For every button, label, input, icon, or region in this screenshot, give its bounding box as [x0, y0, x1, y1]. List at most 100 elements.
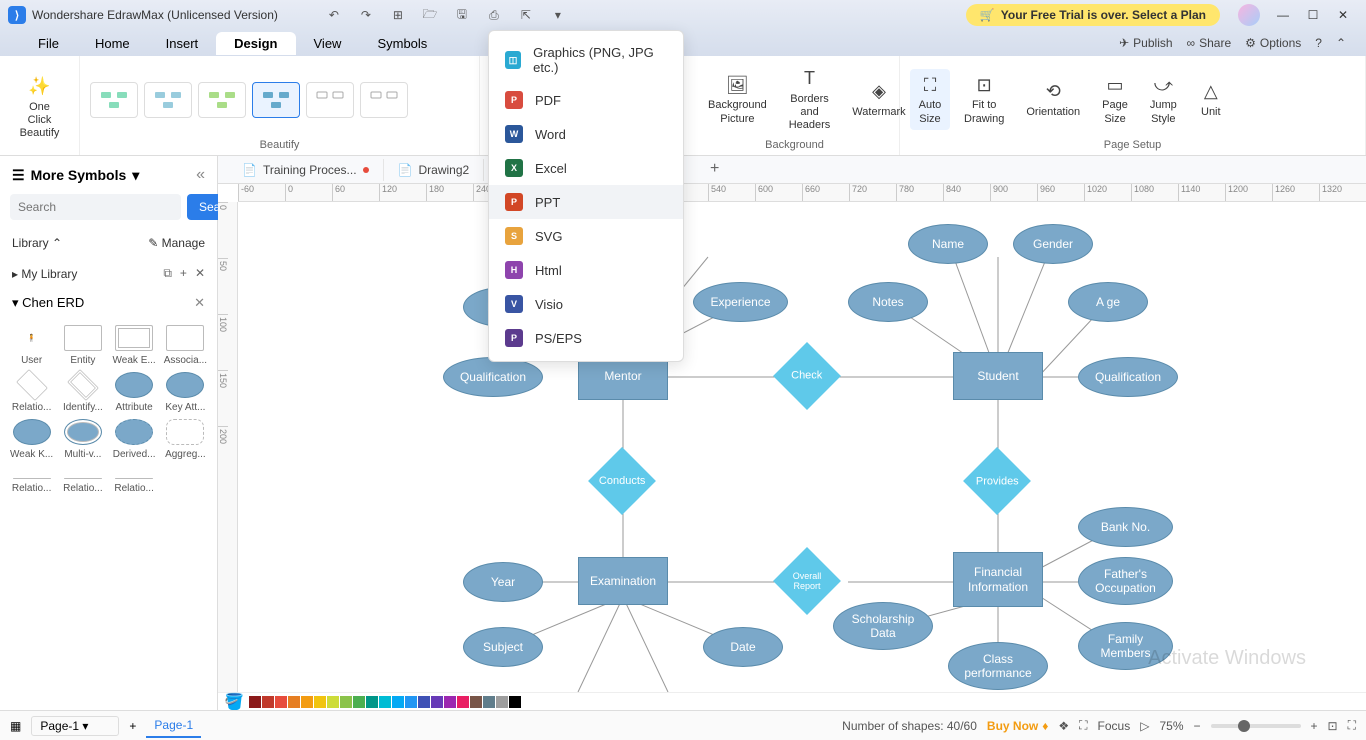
shape-attribute[interactable]: Attribute: [111, 372, 158, 413]
close-section-icon[interactable]: ✕: [194, 295, 205, 311]
beautify-preset-6[interactable]: [360, 82, 408, 118]
node-check[interactable]: Check: [773, 342, 841, 410]
page-select[interactable]: Page-1 ▾: [31, 716, 119, 736]
swatch[interactable]: [262, 696, 274, 708]
remove-icon[interactable]: ✕: [195, 266, 205, 281]
fit-view-icon[interactable]: ⛶: [1079, 718, 1087, 733]
add-icon[interactable]: +: [180, 266, 187, 281]
undo-icon[interactable]: ↶: [322, 3, 346, 27]
options-button[interactable]: ⚙Options: [1245, 36, 1301, 50]
library-link[interactable]: Library ⌃: [12, 236, 62, 250]
beautify-preset-4[interactable]: [252, 82, 300, 118]
duplicate-icon[interactable]: ⧉: [163, 266, 172, 281]
trial-banner[interactable]: 🛒 Your Free Trial is over. Select a Plan: [966, 4, 1220, 26]
beautify-preset-1[interactable]: [90, 82, 138, 118]
node-student[interactable]: Student: [953, 352, 1043, 400]
layers-icon[interactable]: ❖: [1058, 719, 1069, 733]
node-financial-info[interactable]: Financial Information: [953, 552, 1043, 607]
more-symbols-header[interactable]: ☰More Symbols▾: [12, 167, 139, 184]
collapse-panel-icon[interactable]: «: [196, 166, 205, 184]
qat-more-icon[interactable]: ▾: [546, 3, 570, 27]
maximize-icon[interactable]: ☐: [1298, 0, 1328, 30]
fit-drawing-button[interactable]: ⊡Fit to Drawing: [956, 69, 1012, 129]
export-html[interactable]: HHtml: [489, 253, 683, 287]
export-pdf[interactable]: PPDF: [489, 83, 683, 117]
shape-rel3[interactable]: Relatio...: [111, 466, 158, 494]
node-class-perf[interactable]: Class performance: [948, 642, 1048, 690]
menu-view[interactable]: View: [296, 32, 360, 55]
swatch[interactable]: [418, 696, 430, 708]
node-overall-report[interactable]: Overall Report: [773, 547, 841, 615]
orientation-button[interactable]: ⟲Orientation: [1018, 76, 1088, 123]
swatch[interactable]: [275, 696, 287, 708]
node-examination[interactable]: Examination: [578, 557, 668, 605]
pages-icon[interactable]: ▦: [10, 719, 21, 733]
shape-multi-value[interactable]: Multi-v...: [59, 419, 106, 460]
beautify-preset-5[interactable]: [306, 82, 354, 118]
menu-symbols[interactable]: Symbols: [359, 32, 445, 55]
node-date[interactable]: Date: [703, 627, 783, 667]
tab-training[interactable]: 📄Training Proces...: [228, 159, 384, 181]
publish-button[interactable]: ✈Publish: [1119, 36, 1172, 50]
swatch[interactable]: [431, 696, 443, 708]
swatch[interactable]: [470, 696, 482, 708]
node-year[interactable]: Year: [463, 562, 543, 602]
add-page-icon[interactable]: +: [129, 719, 136, 733]
export-graphics[interactable]: ◫Graphics (PNG, JPG etc.): [489, 37, 683, 83]
node-experience[interactable]: Experience: [693, 282, 788, 322]
swatch[interactable]: [457, 696, 469, 708]
help-button[interactable]: ?: [1315, 36, 1322, 50]
new-icon[interactable]: ⊞: [386, 3, 410, 27]
swatch[interactable]: [249, 696, 261, 708]
node-subject[interactable]: Subject: [463, 627, 543, 667]
swatch[interactable]: [327, 696, 339, 708]
auto-size-button[interactable]: ⛶Auto Size: [910, 69, 950, 129]
share-button[interactable]: ∞Share: [1187, 36, 1232, 50]
export-word[interactable]: WWord: [489, 117, 683, 151]
menu-home[interactable]: Home: [77, 32, 148, 55]
node-provides[interactable]: Provides: [963, 447, 1031, 515]
export-visio[interactable]: VVisio: [489, 287, 683, 321]
export-excel[interactable]: XExcel: [489, 151, 683, 185]
node-scholarship[interactable]: Scholarship Data: [833, 602, 933, 650]
background-picture-button[interactable]: 🖼Background Picture: [700, 69, 775, 129]
swatch[interactable]: [392, 696, 404, 708]
one-click-beautify-button[interactable]: ✨ One Click Beautify: [10, 71, 69, 145]
tab-drawing2[interactable]: 📄Drawing2: [384, 159, 485, 181]
shape-key-attribute[interactable]: Key Att...: [162, 372, 209, 413]
play-icon[interactable]: ▷: [1140, 719, 1149, 733]
shape-associative[interactable]: Associa...: [162, 325, 209, 366]
beautify-preset-3[interactable]: [198, 82, 246, 118]
node-age[interactable]: A ge: [1068, 282, 1148, 322]
menu-design[interactable]: Design: [216, 32, 295, 55]
swatch[interactable]: [509, 696, 521, 708]
fit-width-icon[interactable]: ⊡: [1328, 719, 1338, 733]
shape-derived[interactable]: Derived...: [111, 419, 158, 460]
focus-button[interactable]: Focus: [1098, 719, 1131, 733]
export-ps[interactable]: PPS/EPS: [489, 321, 683, 355]
swatch[interactable]: [301, 696, 313, 708]
collapse-ribbon-icon[interactable]: ⌃: [1336, 36, 1346, 50]
node-father-occ[interactable]: Father's Occupation: [1078, 557, 1173, 605]
print-icon[interactable]: ⎙: [482, 3, 506, 27]
minimize-icon[interactable]: —: [1268, 0, 1298, 30]
swatch[interactable]: [379, 696, 391, 708]
shape-entity[interactable]: Entity: [59, 325, 106, 366]
node-notes[interactable]: Notes: [848, 282, 928, 322]
chen-erd-section[interactable]: ▾ Chen ERD: [12, 295, 84, 311]
swatch[interactable]: [483, 696, 495, 708]
my-library-row[interactable]: ▸ My Library: [12, 267, 77, 281]
swatch[interactable]: [340, 696, 352, 708]
swatch[interactable]: [353, 696, 365, 708]
add-tab-button[interactable]: +: [700, 160, 729, 178]
shape-aggregation[interactable]: Aggreg...: [162, 419, 209, 460]
swatch[interactable]: [496, 696, 508, 708]
node-conducts[interactable]: Conducts: [588, 447, 656, 515]
borders-headers-button[interactable]: TBorders and Headers: [781, 63, 839, 137]
canvas[interactable]: Name Name Gender Experience Notes A ge Q…: [238, 202, 1366, 710]
page-size-button[interactable]: ▭Page Size: [1094, 69, 1136, 129]
shape-rel2[interactable]: Relatio...: [59, 466, 106, 494]
swatch[interactable]: [405, 696, 417, 708]
node-qualification2[interactable]: Qualification: [1078, 357, 1178, 397]
page-tab-1[interactable]: Page-1: [146, 714, 201, 738]
